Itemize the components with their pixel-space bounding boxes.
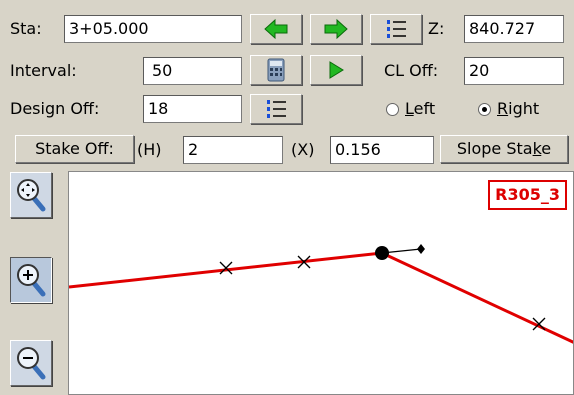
prev-station-button[interactable] (250, 14, 302, 44)
profile-line (69, 251, 573, 344)
slope-stake-button[interactable]: Slope Stake (440, 135, 568, 163)
right-arrow-icon (324, 18, 348, 40)
play-button[interactable] (310, 55, 362, 85)
right-radio-label: Right (497, 99, 540, 118)
station-list-button[interactable] (370, 14, 422, 44)
zoom-out-icon (17, 347, 46, 380)
calculator-button[interactable] (250, 55, 302, 85)
play-icon (329, 61, 344, 79)
radio-circle (386, 102, 399, 116)
x-label: (X) (291, 140, 315, 159)
cl-offset-label: CL Off: (384, 61, 439, 80)
design-offset-label: Design Off: (10, 99, 100, 118)
zoom-in-icon (17, 264, 46, 297)
slope-stake-label: Slope Stake (456, 139, 552, 158)
stake-x-field[interactable]: 0.156 (330, 136, 434, 164)
zoom-out-button[interactable] (10, 340, 52, 386)
station-label: Sta: (10, 19, 42, 38)
numbered-list-icon (267, 100, 286, 118)
zoom-extents-icon (17, 179, 46, 212)
stake-point (417, 244, 425, 254)
profile-marks (219, 255, 546, 331)
zoom-extents-button[interactable] (10, 172, 52, 218)
interval-label: Interval: (10, 61, 77, 80)
interval-field[interactable]: 50 (143, 57, 242, 85)
numbered-list-icon (387, 20, 406, 38)
right-radio[interactable]: Right (478, 95, 539, 123)
design-offset-field[interactable]: 18 (143, 95, 242, 123)
calculator-icon (267, 58, 285, 82)
hinge-point (375, 246, 389, 260)
radio-circle (478, 102, 491, 116)
stake-off-button[interactable]: Stake Off: (15, 135, 134, 163)
alignment-tag: R305_3 (488, 180, 567, 210)
h-label: (H) (137, 140, 162, 159)
next-station-button[interactable] (310, 14, 362, 44)
cl-offset-field[interactable]: 20 (464, 57, 564, 85)
station-field[interactable]: 3+05.000 (64, 15, 242, 43)
zoom-in-button[interactable] (10, 257, 52, 303)
left-arrow-icon (264, 18, 288, 40)
cross-section-view[interactable]: R305_3 (68, 171, 574, 395)
left-radio-label: Left (405, 99, 436, 118)
elevation-field[interactable]: 840.727 (464, 15, 564, 43)
elevation-label: Z: (428, 19, 445, 38)
stake-h-field[interactable]: 2 (183, 136, 283, 164)
design-list-button[interactable] (250, 94, 302, 124)
left-radio[interactable]: Left (386, 95, 435, 123)
